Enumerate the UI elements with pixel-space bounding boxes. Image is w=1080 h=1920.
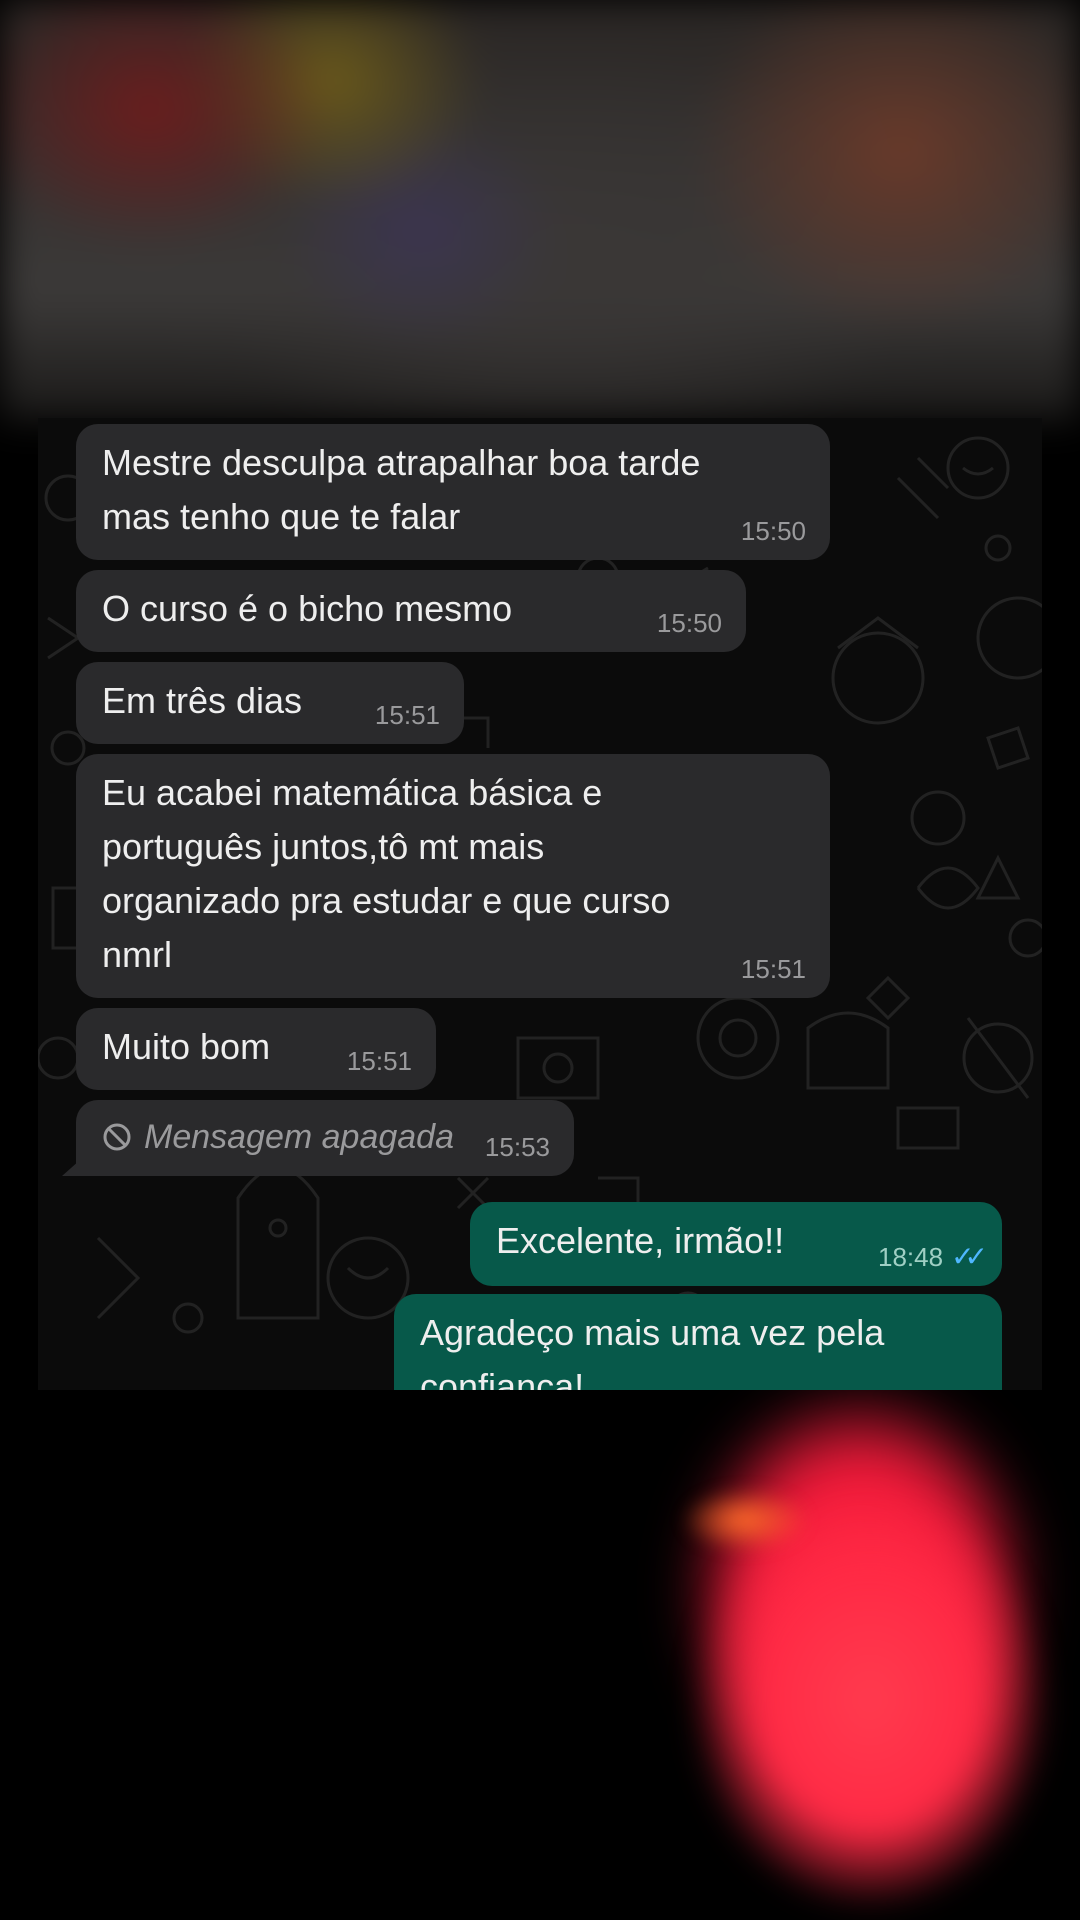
screenshot-stage: Mestre desculpa atrapalhar boa tarde mas… [0, 0, 1080, 1920]
message-bubble-incoming[interactable]: Em três dias 15:51 [76, 662, 464, 744]
message-time: 15:51 [346, 1046, 412, 1076]
message-time: 15:51 [740, 954, 806, 984]
message-meta: 18:48 ✓✓ [878, 1241, 988, 1273]
blurred-background-orange [660, 1490, 830, 1570]
message-bubble-incoming[interactable]: O curso é o bicho mesmo 15:50 [76, 570, 746, 652]
blocked-icon [103, 1123, 131, 1151]
message-bubble-incoming[interactable]: Muito bom 15:51 [76, 1008, 436, 1090]
bubble-tail [62, 1160, 80, 1176]
message-text: Eu acabei matemática básica e português … [102, 772, 671, 975]
message-time: 15:51 [374, 700, 440, 730]
deleted-message-text: Mensagem apagada [144, 1118, 455, 1156]
message-time: 18:48 [878, 1242, 944, 1272]
message-text: Agradeço mais uma vez pela confiança! [420, 1312, 885, 1390]
message-time: 15:50 [740, 516, 806, 546]
deleted-message: Mensagem apagada [102, 1112, 548, 1162]
chat-panel: Mestre desculpa atrapalhar boa tarde mas… [38, 418, 1042, 1390]
message-time: 15:50 [656, 608, 722, 638]
message-bubble-incoming[interactable]: Eu acabei matemática básica e português … [76, 754, 830, 998]
blurred-background-top [0, 0, 1080, 420]
message-bubble-deleted[interactable]: Mensagem apagada 15:53 [76, 1100, 574, 1176]
message-bubble-outgoing[interactable]: Excelente, irmão!! 18:48 ✓✓ [470, 1202, 1002, 1286]
read-checks-icon: ✓✓ [951, 1241, 988, 1272]
message-bubble-incoming[interactable]: Mestre desculpa atrapalhar boa tarde mas… [76, 424, 830, 560]
message-text: O curso é o bicho mesmo [102, 588, 513, 629]
message-bubble-outgoing[interactable]: Agradeço mais uma vez pela confiança! [394, 1294, 1002, 1390]
message-text: Mestre desculpa atrapalhar boa tarde mas… [102, 442, 701, 537]
message-time: 15:53 [484, 1132, 550, 1162]
